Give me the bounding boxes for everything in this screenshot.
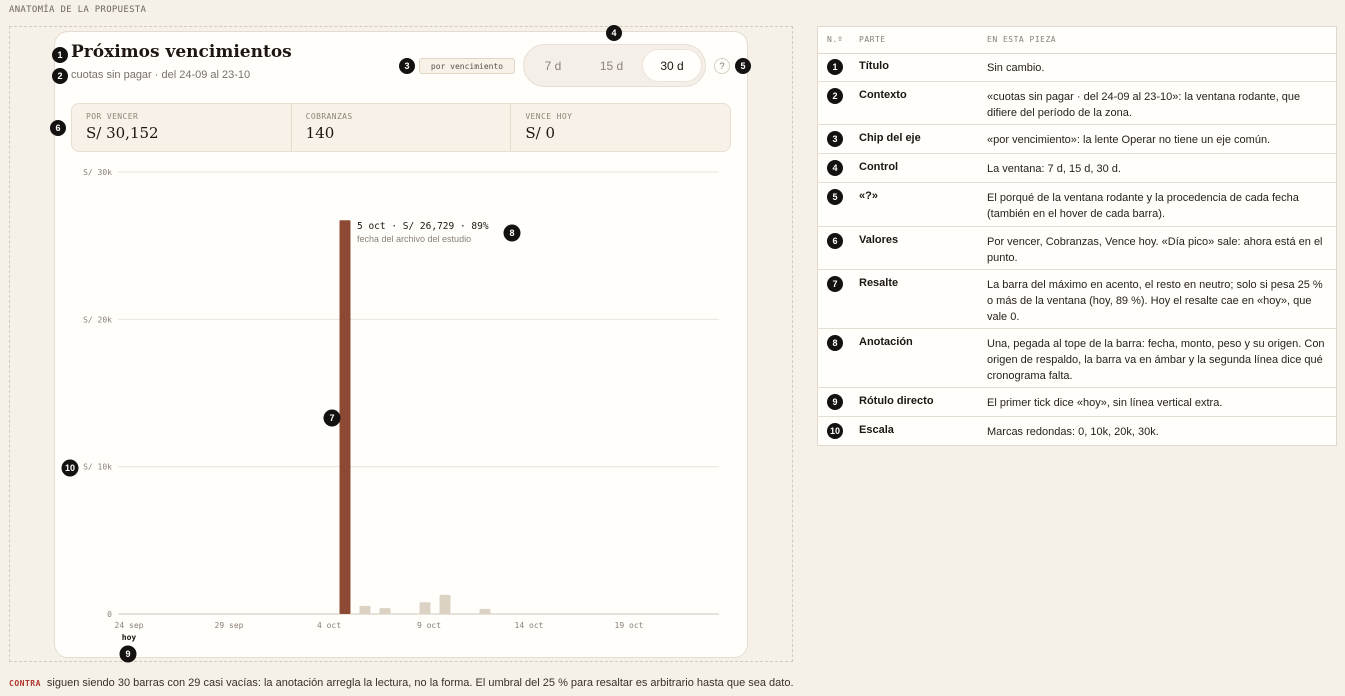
table-row: 6 Valores Por vencer, Cobranzas, Vence hoy… [818, 227, 1336, 270]
bar [439, 594, 451, 614]
row-description: Sin cambio. [987, 62, 1045, 74]
row-description: Por vencer, Cobranzas, Vence hoy. «Día p… [987, 236, 1323, 264]
y-tick-label: S/ 20k [83, 315, 112, 324]
y-tick-label: S/ 10k [83, 463, 112, 472]
x-tick-label: 4 oct [317, 621, 341, 630]
row-description: La ventana: 7 d, 15 d, 30 d. [987, 163, 1121, 175]
badge-scale-number: 10 [65, 463, 75, 473]
table-row: 4 Control La ventana: 7 d, 15 d, 30 d. [818, 154, 1336, 183]
bar [359, 605, 371, 614]
table-row: 2 Contexto «cuotas sin pagar · del 24-09 a… [818, 82, 1336, 125]
footer-note: CONTRA siguen siendo 30 barras con 29 cas… [9, 677, 794, 689]
row-description: Una, pegada al tope de la barra: fecha, … [987, 338, 1325, 382]
row-part: Contexto [859, 89, 907, 101]
y-tick-label: S/ 30k [83, 168, 112, 177]
row-part: Escala [859, 424, 894, 436]
x-tick-label: 24 sep [115, 621, 144, 630]
today-label: hoy [122, 633, 137, 642]
row-number-badge: 9 [827, 394, 843, 410]
table-row: 9 Rótulo directo El primer tick dice «hoy»… [818, 388, 1336, 417]
row-part: Rótulo directo [859, 395, 934, 407]
row-description: El primer tick dice «hoy», sin línea ver… [987, 397, 1223, 409]
highlight-bar [339, 220, 351, 614]
bar [479, 608, 491, 614]
row-description: El porqué de la ventana rodante y la pro… [987, 192, 1299, 220]
row-number-badge: 3 [827, 131, 843, 147]
footer-text: siguen siendo 30 barras con 29 casi vací… [46, 677, 794, 689]
row-part: «?» [859, 190, 878, 202]
table-row: 3 Chip del eje «por vencimiento»: la lente… [818, 125, 1336, 154]
x-tick-label: 14 oct [515, 621, 544, 630]
row-number-badge: 6 [827, 233, 843, 249]
bar [419, 602, 431, 614]
table-row: 8 Anotación Una, pegada al tope de la barr… [818, 329, 1336, 388]
annotation-line-2: fecha del archivo del estudio [357, 234, 471, 244]
row-description: «cuotas sin pagar · del 24-09 al 23-10»:… [987, 91, 1301, 119]
header-part: PARTE [859, 35, 886, 44]
x-tick-label: 19 oct [615, 621, 644, 630]
row-number-badge: 5 [827, 189, 843, 205]
x-tick-label: 29 sep [215, 621, 244, 630]
y-tick-label: 0 [107, 610, 112, 619]
due-chart: 0 S/ 10k S/ 20k S/ 30k 24 sep 29 sep 4 oct 9 oc… [61, 168, 719, 663]
badge-highlight-number: 7 [329, 413, 334, 423]
annotation-line-1: 5 oct · S/ 26,729 · 89% [357, 221, 489, 232]
badge-today-number: 9 [125, 649, 130, 659]
row-number-badge: 8 [827, 335, 843, 351]
x-tick-label: 9 oct [417, 621, 441, 630]
row-number-badge: 1 [827, 59, 843, 75]
footer-tag: CONTRA [9, 679, 41, 688]
table-row: 7 Resalte La barra del máximo en acento, e… [818, 270, 1336, 329]
row-part: Chip del eje [859, 132, 921, 144]
row-description: «por vencimiento»: la lente Operar no ti… [987, 134, 1271, 146]
row-part: Valores [859, 234, 899, 246]
anatomy-table: N.º PARTE EN ESTA PIEZA 1 Título Sin cambi… [817, 26, 1337, 446]
table-header: N.º PARTE EN ESTA PIEZA [818, 27, 1336, 54]
row-number-badge: 2 [827, 88, 843, 104]
row-part: Título [859, 60, 889, 72]
row-number-badge: 10 [827, 423, 843, 439]
row-part: Control [859, 161, 899, 173]
header-description: EN ESTA PIEZA [987, 35, 1057, 44]
row-part: Resalte [859, 277, 899, 289]
bar [379, 608, 391, 614]
row-part: Anotación [859, 336, 913, 348]
row-description: Marcas redondas: 0, 10k, 20k, 30k. [987, 426, 1159, 438]
row-description: La barra del máximo en acento, el resto … [987, 279, 1323, 323]
row-number-badge: 4 [827, 160, 843, 176]
badge-annotation-number: 8 [509, 228, 514, 238]
table-row: 10 Escala Marcas redondas: 0, 10k, 20k, 30… [818, 417, 1336, 446]
header-number: N.º [827, 35, 843, 44]
row-number-badge: 7 [827, 276, 843, 292]
table-row: 5 «?» El porqué de la ventana rodante y la… [818, 183, 1336, 227]
table-row: 1 Título Sin cambio. [818, 53, 1336, 82]
